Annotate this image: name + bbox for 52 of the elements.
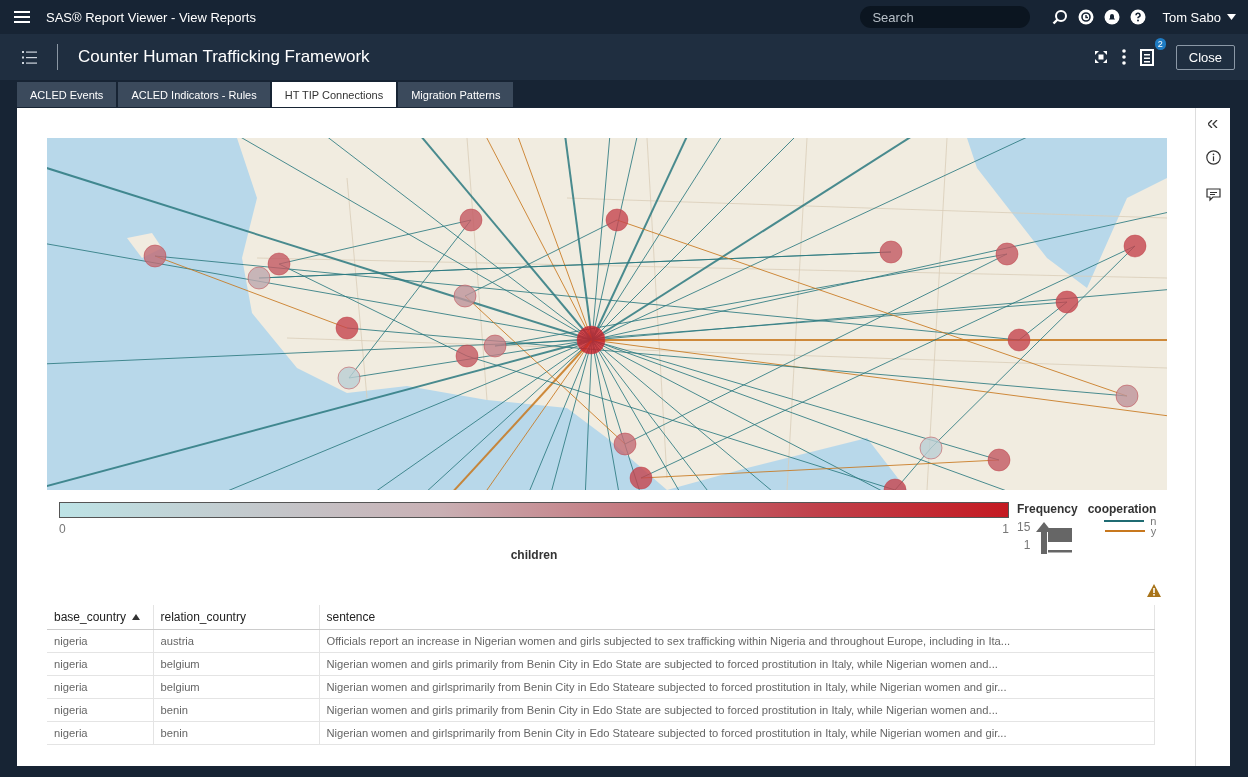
tab[interactable]: ACLED Events xyxy=(17,82,117,107)
table-cell: Nigerian women and girlsprimarily from Benin City in Edo Stateare subjected to forced prostitution in Italy, while Nigerian women and gir... xyxy=(319,675,1155,699)
caret-icon xyxy=(1227,14,1236,20)
user-menu[interactable]: Tom Sabo xyxy=(1162,9,1236,25)
table-cell: Nigerian women and girls primarily from Benin City in Edo State are subjected to forced prostitution in Italy, while Nigerian women and... xyxy=(319,698,1155,722)
tab[interactable]: Migration Patterns xyxy=(398,82,514,107)
menu-icon[interactable] xyxy=(14,10,30,24)
table-cell: nigeria xyxy=(47,721,153,745)
line-width-drawing xyxy=(1034,520,1075,556)
table-cell: Nigerian women and girlsprimarily from Benin City in Edo Stateare subjected to forced prostitution in Italy, while Nigerian women and gir... xyxy=(319,721,1155,745)
legend-label: n xyxy=(1150,515,1157,527)
frequency-max-label: 15 xyxy=(1017,520,1031,534)
warning-icon[interactable] xyxy=(1147,583,1161,597)
list-icon[interactable] xyxy=(22,50,37,64)
table-cell: benin xyxy=(153,721,319,745)
app-title: SAS® Report Viewer - View Reports xyxy=(46,9,256,25)
column-header[interactable]: base_country xyxy=(47,605,153,630)
help-icon[interactable] xyxy=(1130,9,1147,25)
notification-badge: 2 xyxy=(1154,38,1166,50)
column-header[interactable]: relation_country xyxy=(153,605,319,630)
scale-max-label: 1 xyxy=(1002,522,1009,536)
comment-icon[interactable] xyxy=(1205,187,1221,202)
cooperation-legend-title: cooperation xyxy=(1087,502,1157,516)
table-cell: nigeria xyxy=(47,675,153,699)
table-cell: nigeria xyxy=(47,698,153,722)
tab[interactable]: ACLED Indicators - Rules xyxy=(118,82,270,107)
table-cell: Officials report an increase in Nigerian women and girls subjected to sex trafficking within Nigeria and throughout Europe, including in Ita... xyxy=(319,629,1155,653)
tab[interactable]: HT TIP Connections xyxy=(271,82,397,107)
column-header[interactable]: sentence xyxy=(319,605,1155,630)
table-cell: austria xyxy=(153,629,319,653)
collapse-icon[interactable] xyxy=(1208,120,1218,128)
close-button[interactable]: Close xyxy=(1175,44,1235,70)
table-cell: belgium xyxy=(153,675,319,699)
notes-icon[interactable] xyxy=(1139,48,1154,66)
table-cell: nigeria xyxy=(47,629,153,653)
color-scale-title: children xyxy=(510,548,558,562)
table-cell: Nigerian women and girls primarily from Benin City in Edo State are subjected to forced prostitution in Italy, while Nigerian women and... xyxy=(319,652,1155,676)
scale-min-label: 0 xyxy=(59,522,66,536)
bell-icon[interactable] xyxy=(1104,9,1121,25)
legend-label: y xyxy=(1150,525,1157,537)
table-cell: belgium xyxy=(153,652,319,676)
more-icon[interactable] xyxy=(1121,49,1126,65)
info-icon[interactable] xyxy=(1205,150,1221,165)
search-icon[interactable] xyxy=(1052,9,1069,25)
expand-icon[interactable] xyxy=(1093,50,1108,64)
search-field[interactable]: Search xyxy=(860,6,1031,28)
table-cell: benin xyxy=(153,698,319,722)
table-cell: nigeria xyxy=(47,652,153,676)
history-icon[interactable] xyxy=(1078,9,1095,25)
report-title: Counter Human Trafficking Framework xyxy=(78,47,370,67)
frequency-min-label: 1 xyxy=(1023,538,1031,552)
frequency-legend-title: Frequency xyxy=(1017,502,1078,516)
